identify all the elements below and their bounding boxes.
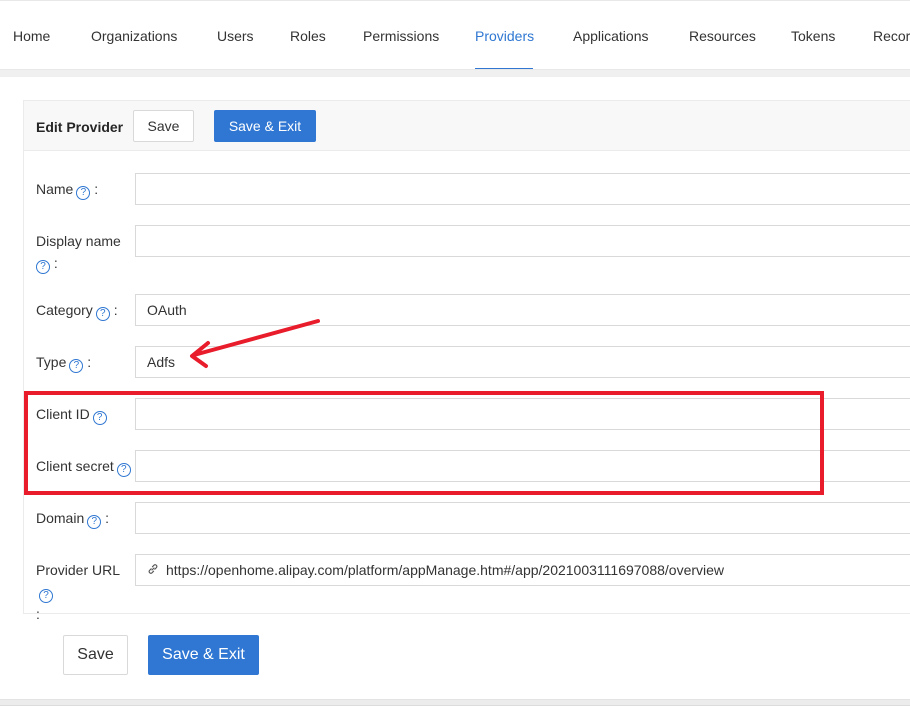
client-id-label-text: Client ID (36, 406, 90, 422)
label-colon: : (36, 606, 40, 622)
type-select[interactable]: Adfs (135, 346, 910, 378)
nav-item-roles[interactable]: Roles (290, 28, 326, 44)
client-id-input[interactable] (135, 398, 910, 430)
help-icon[interactable]: ? (92, 411, 107, 425)
name-label-text: Name (36, 181, 74, 197)
nav-divider (0, 69, 910, 77)
display-name-label: Display name ? : (36, 230, 131, 274)
card-header: Edit Provider Save Save & Exit (24, 101, 910, 151)
type-label-text: Type (36, 354, 67, 370)
display-name-input[interactable] (135, 225, 910, 257)
label-colon: : (113, 302, 118, 318)
nav-item-records[interactable]: Records (873, 28, 910, 44)
help-icon[interactable]: ? (76, 186, 91, 200)
help-icon[interactable]: ? (116, 463, 131, 477)
save-exit-button[interactable]: Save & Exit (214, 110, 316, 142)
help-icon[interactable]: ? (36, 260, 50, 274)
client-secret-label: Client secret? (36, 455, 131, 477)
name-input[interactable] (135, 173, 910, 205)
provider-url-input[interactable]: https://openhome.alipay.com/platform/app… (135, 554, 910, 586)
label-colon: : (87, 354, 92, 370)
nav-item-organizations[interactable]: Organizations (91, 28, 177, 44)
category-label-text: Category (36, 302, 93, 318)
client-secret-label-text: Client secret (36, 458, 114, 474)
save-button[interactable]: Save (133, 110, 194, 142)
type-label: Type? : (36, 351, 91, 373)
page-title: Edit Provider (36, 119, 124, 135)
domain-label: Domain? : (36, 507, 109, 529)
provider-url-label: Provider URL? : (36, 559, 136, 625)
help-icon[interactable]: ? (87, 515, 102, 529)
footer-save-button[interactable]: Save (63, 635, 128, 675)
help-icon[interactable]: ? (39, 589, 53, 603)
nav-item-home[interactable]: Home (13, 28, 50, 44)
link-icon (147, 563, 159, 578)
name-label: Name? : (36, 178, 98, 200)
category-select[interactable]: OAuth (135, 294, 910, 326)
nav-item-tokens[interactable]: Tokens (791, 28, 835, 44)
label-colon: : (53, 255, 58, 271)
top-navigation: Home Organizations Users Roles Permissio… (0, 0, 910, 71)
client-secret-input[interactable] (135, 450, 910, 482)
label-colon: : (94, 181, 99, 197)
label-colon: : (105, 510, 110, 526)
client-id-label: Client ID? (36, 403, 107, 425)
domain-input[interactable] (135, 502, 910, 534)
bottom-divider (0, 699, 910, 706)
nav-item-users[interactable]: Users (217, 28, 254, 44)
edit-provider-card: Edit Provider Save Save & Exit Name? : D… (23, 100, 910, 622)
category-label: Category? : (36, 299, 118, 321)
provider-url-label-text: Provider URL (36, 562, 121, 578)
provider-url-value: https://openhome.alipay.com/platform/app… (166, 562, 725, 578)
nav-item-applications[interactable]: Applications (573, 28, 649, 44)
display-name-label-text: Display name (36, 233, 121, 249)
nav-item-permissions[interactable]: Permissions (363, 28, 439, 44)
nav-item-resources[interactable]: Resources (689, 28, 756, 44)
help-icon[interactable]: ? (95, 307, 110, 321)
help-icon[interactable]: ? (69, 359, 84, 373)
nav-item-providers[interactable]: Providers (475, 28, 534, 44)
domain-label-text: Domain (36, 510, 85, 526)
footer-save-exit-button[interactable]: Save & Exit (148, 635, 259, 675)
